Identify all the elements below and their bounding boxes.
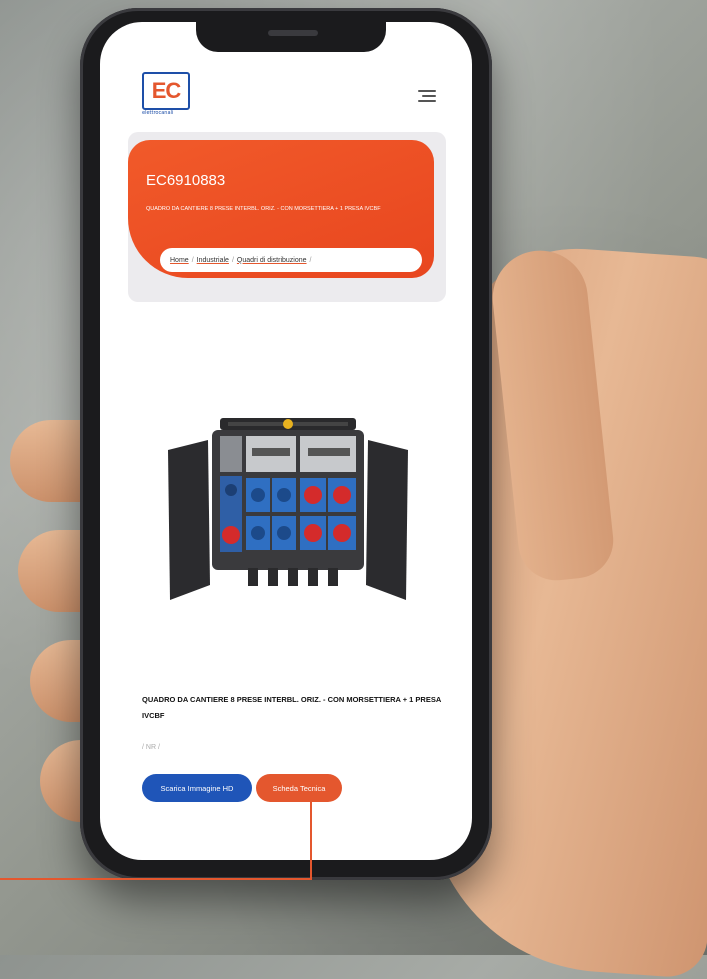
logo-text: EC — [151, 78, 182, 103]
callout-line-horizontal — [0, 878, 312, 880]
phone-screen: EC elettrocanali EC6910883 QUADRO DA CAN… — [100, 22, 472, 860]
breadcrumb-separator: / — [231, 256, 234, 264]
download-hd-image-button[interactable]: Scarica Immagine HD — [142, 774, 252, 802]
breadcrumb-separator: / — [309, 256, 312, 264]
hamburger-menu-icon[interactable] — [418, 90, 436, 102]
brand-logo[interactable]: EC — [142, 72, 190, 110]
phone-notch — [196, 22, 386, 52]
product-title: QUADRO DA CANTIERE 8 PRESE INTERBL. ORIZ… — [142, 695, 441, 720]
breadcrumb-industriale[interactable]: Industriale — [197, 257, 229, 264]
product-code: EC6910883 — [146, 172, 226, 189]
breadcrumb: Home / Industriale / Quadri di distribuz… — [160, 248, 422, 272]
hero-description: QUADRO DA CANTIERE 8 PRESE INTERBL. ORIZ… — [146, 206, 381, 212]
callout-line-vertical — [310, 800, 312, 880]
product-image — [168, 418, 408, 600]
breadcrumb-home[interactable]: Home — [170, 257, 189, 264]
breadcrumb-quadri[interactable]: Quadri di distribuzione — [237, 257, 307, 264]
product-nr: / NR / — [142, 744, 160, 751]
datasheet-button[interactable]: Scheda Tecnica — [256, 774, 342, 802]
phone-speaker — [268, 30, 318, 36]
logo-subtext: elettrocanali — [142, 110, 174, 116]
breadcrumb-separator: / — [191, 256, 194, 264]
